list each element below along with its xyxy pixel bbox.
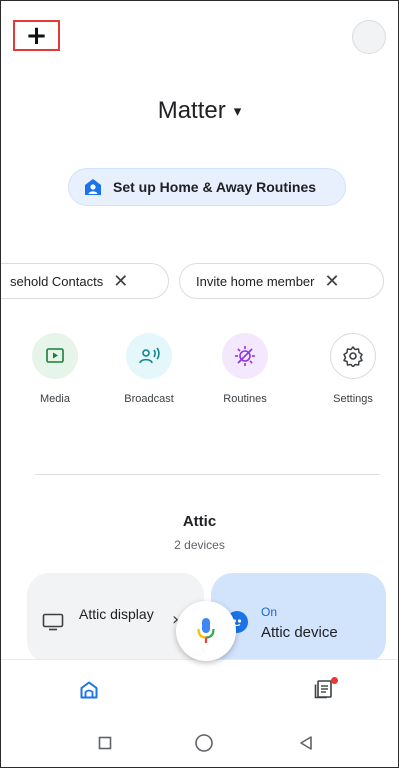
home-selector[interactable]: Matter ▾ [1, 97, 398, 125]
suggestion-chips: sehold Contacts ✕ Invite home member ✕ [1, 263, 398, 299]
account-avatar[interactable] [352, 20, 386, 54]
caret-down-icon: ▾ [233, 103, 242, 120]
divider [35, 474, 379, 475]
home-title: Matter [157, 97, 226, 124]
device-name: Attic device [261, 624, 338, 641]
chip-label: Invite home member [196, 273, 315, 289]
favorites-row: Media Broadcast Routines Settings [1, 333, 398, 433]
app-frame: + Matter ▾ Set up Home & Away Routines se… [0, 0, 399, 768]
close-icon[interactable]: ✕ [325, 271, 340, 292]
add-button[interactable]: + [13, 20, 60, 51]
square-icon[interactable] [98, 736, 112, 750]
display-icon [42, 613, 64, 631]
plus-icon: + [25, 20, 48, 51]
device-state: On [261, 605, 278, 619]
chip-label: sehold Contacts [10, 273, 104, 289]
circle-icon[interactable] [194, 733, 214, 753]
tile-label: Media [40, 393, 70, 405]
routines-icon [222, 333, 268, 379]
assistant-mic-button[interactable] [176, 601, 236, 661]
home-icon[interactable] [79, 680, 99, 700]
tile-media[interactable]: Media [20, 333, 90, 405]
device-name: Attic display [79, 606, 154, 622]
tile-label: Broadcast [124, 393, 174, 405]
device-card-attic-display[interactable]: Attic display › [27, 573, 204, 663]
media-icon [32, 333, 78, 379]
invite-member-chip[interactable]: Invite home member ✕ [179, 263, 384, 299]
bottom-navigation [1, 659, 398, 722]
tile-settings[interactable]: Settings [318, 333, 388, 405]
home-person-icon [85, 179, 101, 195]
setup-chip-label: Set up Home & Away Routines [113, 179, 317, 195]
device-card-attic-device[interactable]: On Attic device [211, 573, 386, 663]
room-device-count: 2 devices [174, 538, 225, 552]
setup-routines-chip[interactable]: Set up Home & Away Routines [68, 168, 346, 206]
household-contacts-chip[interactable]: sehold Contacts ✕ [1, 263, 169, 299]
broadcast-icon [126, 333, 172, 379]
room-title: Attic [182, 513, 217, 530]
tile-label: Routines [223, 393, 267, 405]
gear-icon [330, 333, 376, 379]
tile-label: Settings [333, 393, 373, 405]
system-navigation-bar [1, 721, 398, 767]
tile-broadcast[interactable]: Broadcast [114, 333, 184, 405]
tile-routines[interactable]: Routines [210, 333, 280, 405]
mic-icon [197, 618, 215, 643]
triangle-back-icon[interactable] [299, 735, 313, 751]
notification-dot [331, 677, 338, 684]
feed-icon[interactable] [313, 677, 338, 705]
close-icon[interactable]: ✕ [113, 271, 128, 292]
